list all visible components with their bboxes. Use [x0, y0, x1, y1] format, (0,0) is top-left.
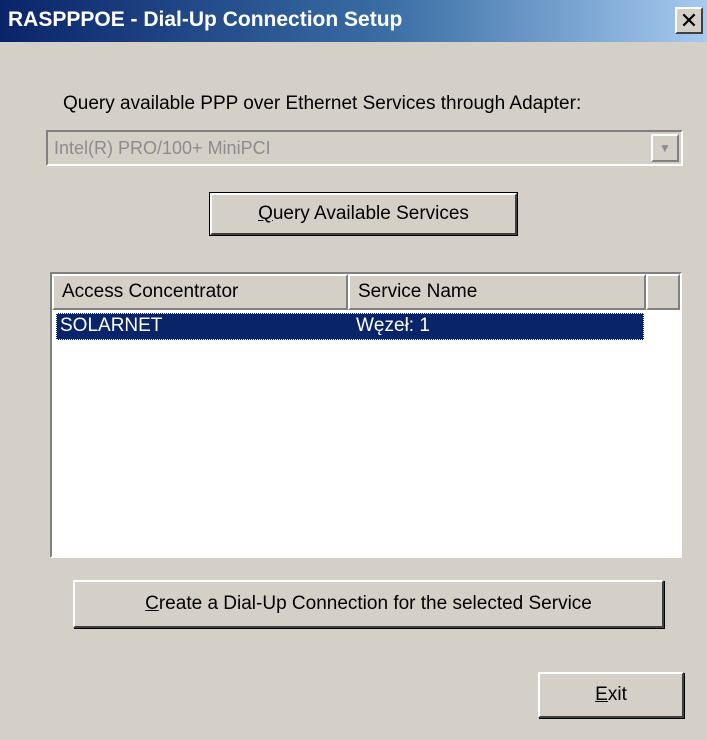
create-connection-button[interactable]: Create a Dial-Up Connection for the sele…	[73, 580, 664, 628]
column-header-service-name[interactable]: Service Name	[348, 274, 646, 310]
chevron-down-icon[interactable]: ▼	[651, 134, 679, 162]
exit-button-label: xit	[607, 684, 627, 705]
close-icon[interactable]: ✕	[675, 7, 703, 34]
exit-hotkey: E	[595, 684, 608, 705]
adapter-select[interactable]: Intel(R) PRO/100+ MiniPCI ▼	[46, 130, 683, 166]
query-button-label: uery Available Services	[272, 203, 469, 224]
query-hotkey: Q	[258, 203, 273, 224]
list-item-selected[interactable]: SOLARNET Węzeł: 1	[56, 313, 644, 340]
service-name-cell: Węzeł: 1	[356, 315, 430, 336]
create-button-label: reate a Dial-Up Connection for the selec…	[158, 593, 592, 614]
access-concentrator-cell: SOLARNET	[60, 315, 163, 336]
dialog-window: RASPPPOE - Dial-Up Connection Setup ✕ Qu…	[0, 0, 707, 740]
column-header-empty[interactable]	[646, 274, 680, 310]
query-services-button[interactable]: Query Available Services	[209, 192, 518, 236]
query-label: Query available PPP over Ethernet Servic…	[63, 93, 582, 114]
column-header-access-concentrator[interactable]: Access Concentrator	[52, 274, 348, 310]
window-title: RASPPPOE - Dial-Up Connection Setup	[8, 8, 403, 31]
services-list[interactable]: Access Concentrator Service Name SOLARNE…	[50, 272, 682, 558]
exit-button[interactable]: Exit	[538, 672, 684, 718]
create-hotkey: C	[145, 593, 159, 614]
adapter-select-value: Intel(R) PRO/100+ MiniPCI	[54, 138, 271, 158]
title-bar[interactable]: RASPPPOE - Dial-Up Connection Setup ✕	[0, 0, 707, 42]
list-header: Access Concentrator Service Name	[52, 274, 680, 310]
